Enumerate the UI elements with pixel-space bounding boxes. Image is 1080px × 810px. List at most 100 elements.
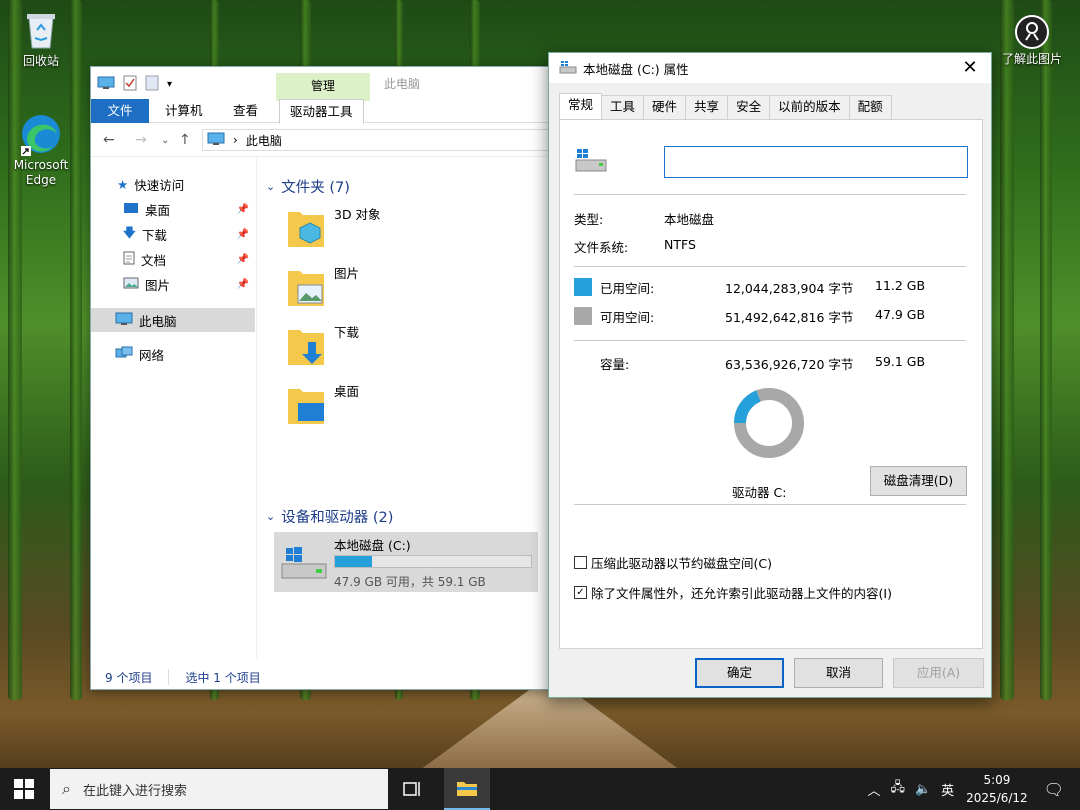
free-space-swatch <box>574 307 592 325</box>
folders-group-header[interactable]: ⌄ 文件夹 (7) <box>266 176 350 197</box>
recycle-bin-shortcut[interactable]: 回收站 <box>6 8 76 69</box>
nav-downloads[interactable]: 🡇 下载 📌 <box>91 222 255 246</box>
used-space-bytes: 12,044,283,904 字节 <box>725 281 854 296</box>
folder-3d-objects[interactable]: 3D 对象 <box>286 202 486 256</box>
address-box[interactable]: › 此电脑 <box>202 129 562 151</box>
folder-desktop[interactable]: 桌面 <box>286 379 486 433</box>
nav-quick-access[interactable]: ★ 快速访问 <box>91 172 255 196</box>
back-arrow-icon[interactable]: ← <box>103 132 115 148</box>
recent-locations-icon[interactable]: ⌄ <box>161 135 169 146</box>
disk-cleanup-button[interactable]: 磁盘清理(D) <box>870 466 967 496</box>
network-icon <box>115 346 133 363</box>
desktop-icon <box>123 202 139 217</box>
folder-pictures[interactable]: 图片 <box>286 261 486 315</box>
search-placeholder: 在此键入进行搜索 <box>82 783 187 799</box>
pin-icon: 📌 <box>236 203 249 215</box>
show-hidden-icons-chevron-icon[interactable]: ︿ <box>867 780 880 799</box>
apply-button[interactable]: 应用(A) <box>893 658 984 688</box>
properties-quick-icon[interactable] <box>123 75 137 94</box>
clock-date: 2025/6/12 <box>966 791 1028 805</box>
nav-quick-access-label: 快速访问 <box>134 177 185 193</box>
drive-c-tile[interactable]: 本地磁盘 (C:) 47.9 GB 可用，共 59.1 GB <box>274 532 538 592</box>
dialog-tabs: 常规 工具 硬件 共享 安全 以前的版本 配额 <box>559 93 892 119</box>
recycle-bin-icon <box>19 8 63 52</box>
notification-center-icon[interactable]: 🗨 <box>1044 780 1064 799</box>
star-icon: ★ <box>117 176 129 192</box>
folder-downloads-label: 下载 <box>334 325 360 340</box>
clock[interactable]: 5:09 2025/6/12 <box>966 771 1028 807</box>
customize-toolbar-icon[interactable]: ▾ <box>167 79 172 90</box>
close-icon[interactable]: ✕ <box>953 53 987 83</box>
compress-drive-checkbox[interactable]: 压缩此驱动器以节约磁盘空间(C) <box>574 553 772 572</box>
input-method-indicator[interactable]: 英 <box>941 780 954 799</box>
devices-group-header[interactable]: ⌄ 设备和驱动器 (2) <box>266 506 393 527</box>
explorer-title-bar[interactable]: ▾ 管理 此电脑 <box>91 67 559 101</box>
pin-icon: 📌 <box>236 228 249 240</box>
edge-label-line2: Edge <box>25 173 57 187</box>
used-space-swatch <box>574 278 592 296</box>
pictures-folder-icon <box>286 265 326 309</box>
drive-c-usage-bar <box>334 555 532 568</box>
document-icon <box>123 251 135 268</box>
taskbar-search-box[interactable]: ⌕ 在此键入进行搜索 <box>50 769 388 809</box>
content-pane: ⌄ 文件夹 (7) 3D 对象 图片 下载 桌面 ⌄ 设备和驱动器 (2) 本地… <box>258 158 560 658</box>
index-drive-checkbox[interactable]: ✓ 除了文件属性外，还允许索引此驱动器上文件的内容(I) <box>574 583 892 602</box>
drive-label: 驱动器 C: <box>732 485 787 500</box>
new-folder-quick-icon[interactable] <box>145 75 159 94</box>
nav-pictures-label: 图片 <box>145 277 171 293</box>
devices-header-label: 设备和驱动器 (2) <box>281 510 394 526</box>
tab-security[interactable]: 安全 <box>727 95 771 119</box>
breadcrumb-this-pc[interactable]: 此电脑 <box>246 132 282 149</box>
address-bar-row: ← → ⌄ ↑ › 此电脑 <box>91 123 562 157</box>
forward-arrow-icon[interactable]: → <box>135 132 147 148</box>
tab-drive-tools[interactable]: 驱动器工具 <box>279 99 364 124</box>
divider <box>574 504 966 505</box>
tab-hardware[interactable]: 硬件 <box>643 95 687 119</box>
task-view-icon[interactable] <box>402 779 422 802</box>
general-tab-panel: 类型: 本地磁盘 文件系统: NTFS 已用空间: 12,044,283,904… <box>559 119 983 649</box>
manage-context-group: 管理 <box>276 73 370 101</box>
pin-icon: 📌 <box>236 278 249 290</box>
folders-header-label: 文件夹 (7) <box>281 180 350 196</box>
free-space-gb: 47.9 GB <box>875 307 926 322</box>
nav-network[interactable]: 网络 <box>91 342 255 366</box>
this-pc-icon <box>115 312 133 329</box>
ok-button[interactable]: 确定 <box>695 658 784 688</box>
nav-documents[interactable]: 文档 📌 <box>91 247 255 271</box>
network-status-icon[interactable]: 🖧 <box>890 778 905 800</box>
desktop-folder-icon <box>286 383 326 427</box>
check-icon[interactable]: ✓ <box>574 586 587 599</box>
tab-computer[interactable]: 计算机 <box>155 99 213 123</box>
nav-desktop[interactable]: 桌面 📌 <box>91 197 255 221</box>
tab-quota[interactable]: 配额 <box>848 95 892 119</box>
windows-start-icon[interactable] <box>14 779 34 802</box>
collapse-chevron-icon: ⌄ <box>266 180 276 193</box>
tab-view[interactable]: 查看 <box>223 99 268 123</box>
cancel-button[interactable]: 取消 <box>794 658 883 688</box>
tab-sharing[interactable]: 共享 <box>685 95 729 119</box>
dialog-title-bar[interactable]: 本地磁盘 (C:) 属性 ✕ <box>549 53 991 83</box>
file-explorer-taskbar-button[interactable] <box>444 768 490 810</box>
navigation-pane: ★ 快速访问 桌面 📌 🡇 下载 📌 文档 📌 图片 📌 此电脑 网络 <box>91 158 257 658</box>
volume-label-input[interactable] <box>664 146 968 178</box>
status-bar: 9 个项目 选中 1 个项目 <box>91 665 559 689</box>
index-checkbox-label: 除了文件属性外，还允许索引此驱动器上文件的内容(I) <box>591 586 892 601</box>
drive-large-icon <box>574 148 608 177</box>
nav-pictures[interactable]: 图片 📌 <box>91 272 255 296</box>
folder-downloads[interactable]: 下载 <box>286 320 486 374</box>
breadcrumb-chevron-icon: › <box>233 133 238 147</box>
edge-shortcut[interactable]: Microsoft Edge <box>6 112 76 188</box>
nav-this-pc[interactable]: 此电脑 <box>91 308 255 332</box>
explorer-window-name: 此电脑 <box>384 77 421 91</box>
nav-documents-label: 文档 <box>141 252 167 268</box>
compress-checkbox-box[interactable] <box>574 556 587 569</box>
tab-previous-versions[interactable]: 以前的版本 <box>769 95 850 119</box>
edge-label-line1: Microsoft <box>13 158 69 172</box>
learn-picture-shortcut[interactable]: 了解此图片 <box>994 14 1070 67</box>
tab-file[interactable]: 文件 <box>91 99 149 123</box>
tab-tools[interactable]: 工具 <box>601 95 645 119</box>
tab-general[interactable]: 常规 <box>559 93 603 119</box>
up-arrow-icon[interactable]: ↑ <box>179 132 191 148</box>
downloads-folder-icon <box>286 324 326 368</box>
volume-icon[interactable]: 🔈 <box>915 782 931 797</box>
